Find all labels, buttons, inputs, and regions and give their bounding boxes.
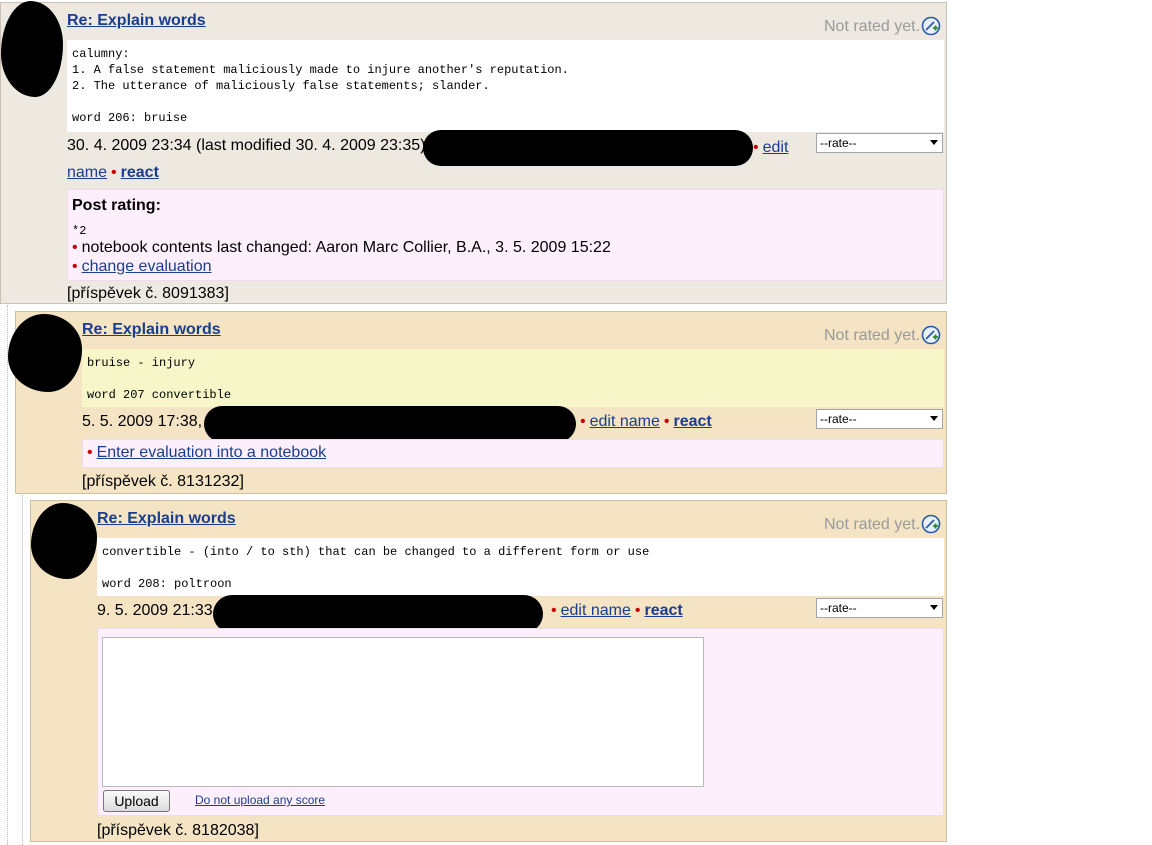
eval-changed-row: • notebook contents last changed: Aaron M… (72, 239, 611, 257)
edit-react-row: • edit name • react (576, 412, 712, 432)
post-date: 9. 5. 2009 21:33 (97, 602, 213, 619)
bullet: • (551, 602, 557, 619)
post-8131232: Re: Explain words Not rated yet. bruise … (8, 311, 947, 494)
avatar (8, 314, 82, 392)
avatar (31, 503, 97, 579)
rate-plus-icon[interactable] (921, 514, 941, 534)
bullet: • (87, 444, 93, 461)
eval-link-row: • change evaluation (72, 258, 212, 276)
change-evaluation-link[interactable]: change evaluation (82, 258, 212, 275)
post-meta: 9. 5. 2009 21:33 (97, 601, 213, 621)
upload-button[interactable]: Upload (103, 790, 170, 812)
post-title[interactable]: Re: Explain words (67, 12, 206, 30)
post-8091383: Re: Explain words Not rated yet. calumny… (0, 1, 947, 304)
bullet: • (634, 602, 641, 619)
rate-select-value: --rate-- (820, 601, 857, 615)
evaluation-box: • Enter evaluation into a notebook (82, 439, 944, 468)
rate-plus-icon[interactable] (921, 16, 941, 36)
post-id: [příspěvek č. 8091383] (67, 285, 229, 302)
eval-changed: notebook contents last changed: Aaron Ma… (81, 239, 611, 256)
avatar (1, 1, 63, 97)
evaluation-box: Post rating: *2 • notebook contents last … (67, 189, 944, 281)
eval-heading: Post rating: (72, 197, 161, 214)
bullet: • (111, 164, 117, 181)
redacted-author (423, 130, 753, 166)
chevron-down-icon (930, 416, 938, 421)
chevron-down-icon (930, 605, 938, 610)
redacted-author (204, 406, 576, 442)
post-body: calumny: 1. A false statement maliciousl… (67, 40, 944, 132)
rate-plus-icon[interactable] (921, 325, 941, 345)
bullet: • (580, 413, 586, 430)
post-id: [příspěvek č. 8131232] (82, 473, 244, 490)
eval-value: *2 (72, 224, 87, 238)
post-date: 5. 5. 2009 17:38, (82, 413, 203, 430)
rate-select-value: --rate-- (820, 412, 857, 426)
bullet: • (72, 258, 78, 275)
edit-name-link[interactable]: edit name (590, 413, 660, 430)
evaluation-form: Upload Do not upload any score (97, 628, 944, 816)
react-link[interactable]: react (644, 602, 682, 619)
post-8182038: Re: Explain words Not rated yet. convert… (30, 500, 947, 842)
rating-status: Not rated yet. (824, 18, 921, 35)
edit-name-link[interactable]: edit (763, 139, 789, 156)
thread-line-level1 (7, 305, 8, 845)
eval-link-row: • Enter evaluation into a notebook (87, 444, 326, 462)
thread-line-level2 (22, 495, 23, 845)
bullet: • (753, 139, 759, 156)
post-body: bruise - injury word 207 convertible (82, 349, 944, 407)
post-title[interactable]: Re: Explain words (97, 510, 236, 528)
rate-select[interactable]: --rate-- (816, 133, 943, 153)
react-link[interactable]: react (121, 164, 159, 181)
bullet: • (72, 239, 78, 256)
post-id: [příspěvek č. 8182038] (97, 822, 259, 839)
edit-name-link[interactable]: edit name (561, 602, 631, 619)
enter-evaluation-link[interactable]: Enter evaluation into a notebook (97, 444, 327, 461)
bullet: • (663, 413, 670, 430)
rating-status: Not rated yet. (824, 327, 921, 344)
post-meta: 5. 5. 2009 17:38, (82, 412, 202, 432)
evaluation-textarea[interactable] (102, 637, 704, 787)
post-body: convertible - (into / to sth) that can b… (97, 538, 944, 596)
edit-react-row: • edit name • react (547, 601, 683, 621)
react-link[interactable]: react (673, 413, 711, 430)
post-date: 30. 4. 2009 23:34 (last modified 30. 4. … (67, 137, 426, 154)
rating-status: Not rated yet. (824, 516, 921, 533)
rate-select[interactable]: --rate-- (816, 598, 943, 618)
rate-select-value: --rate-- (820, 136, 857, 150)
edit-react-row: name • react (67, 163, 159, 183)
rate-select[interactable]: --rate-- (816, 409, 943, 429)
edit-name-link-cont[interactable]: name (67, 164, 107, 181)
chevron-down-icon (930, 140, 938, 145)
edit-name-part1: • edit (749, 138, 788, 158)
post-meta: 30. 4. 2009 23:34 (last modified 30. 4. … (67, 136, 425, 156)
no-upload-link[interactable]: Do not upload any score (195, 793, 325, 807)
post-title[interactable]: Re: Explain words (82, 321, 221, 339)
